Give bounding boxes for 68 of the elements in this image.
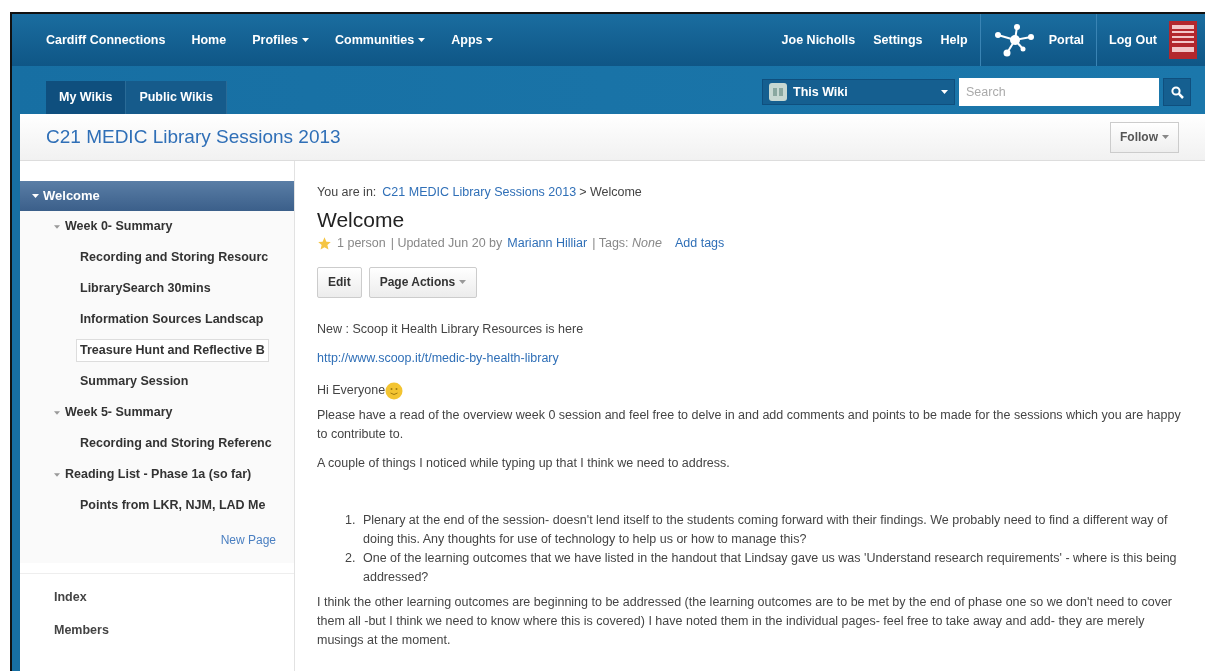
caret-icon	[302, 38, 310, 42]
breadcrumb-label: You are in:	[317, 184, 377, 201]
nav-link[interactable]: Apps	[451, 30, 494, 50]
tree-item[interactable]: Week 0- Summary	[50, 215, 177, 238]
caret-icon	[418, 38, 426, 42]
search-field[interactable]: Search	[959, 78, 1159, 106]
nav-link[interactable]: Joe Nicholls	[781, 30, 856, 50]
wiki-tab[interactable]: My Wikis	[46, 81, 127, 114]
tree-item[interactable]: Welcome	[20, 181, 294, 211]
nav-link[interactable]: Help	[940, 30, 968, 50]
scope-dropdown[interactable]: This Wiki	[762, 79, 955, 105]
list-item-text: One of the learning outcomes that we have listed in the handout that Lindsay gave us was 'Understand research requirements' - where is this being addressed?	[363, 550, 1178, 586]
tree-item[interactable]: Week 5- Summary	[50, 401, 177, 424]
tree-item[interactable]: Recording and Storing Resourc	[76, 246, 273, 269]
nav-link[interactable]: Communities	[335, 30, 426, 50]
body-paragraph: A couple of things I noticed while typing up that I think we need to address.	[317, 455, 731, 472]
search-button[interactable]	[1163, 78, 1191, 106]
author-link[interactable]: Mariann Hilliar	[507, 233, 588, 253]
list-item-text: Plenary at the end of the session- doesn't lend itself to the students coming forward with their findings. We probably need to find a different way of doing this. Any thoughts for use of technology to help us or how to manage this?	[363, 512, 1169, 548]
sidebar-link[interactable]: Members	[54, 620, 294, 640]
tree-item[interactable]: Reading List - Phase 1a (so far)	[50, 463, 256, 486]
page-button[interactable]: Page Actions	[368, 266, 478, 298]
search-icon	[1170, 85, 1184, 99]
network-icon	[992, 23, 1037, 57]
caret-icon	[54, 224, 60, 229]
body-paragraph: New : Scoop it Health Library Resources is here	[317, 320, 585, 338]
sidebar-link[interactable]: Index	[54, 588, 294, 607]
wiki-title[interactable]: C21 MEDIC Library Sessions 2013	[46, 122, 341, 152]
page-title: Welcome	[317, 206, 406, 233]
page-button[interactable]: Edit	[317, 266, 362, 298]
wiki-tab[interactable]: Public Wikis	[126, 81, 227, 114]
caret-icon	[459, 280, 467, 284]
list-number: 1.	[345, 512, 357, 529]
nav-link[interactable]: Home	[191, 30, 227, 50]
greeting-text: Hi Everyone	[317, 382, 386, 400]
nav-link[interactable]: Profiles	[252, 30, 310, 50]
caret-icon	[1162, 135, 1169, 139]
caret-icon	[941, 90, 948, 94]
tree-item[interactable]: Information Sources Landscap	[76, 308, 268, 331]
portal-link[interactable]: Portal	[1048, 30, 1085, 50]
tags-text: | Tags: None	[592, 234, 662, 252]
likes-count: 1 person	[337, 234, 386, 252]
new-page-link[interactable]: New Page	[220, 531, 276, 549]
body-paragraph: I think the other learning outcomes are beginning to be addressed (the learning outcomes are to be met by the end of phase one so we don't need to cover them all -but I think we need to know where this is covered) I have noted them in the individual pages- feel free to take away and add- they are merely musings at the moment.	[317, 594, 1174, 649]
smiley-icon	[385, 381, 404, 400]
caret-icon	[54, 472, 60, 477]
nav-link[interactable]: Cardiff Connections	[46, 30, 166, 50]
add-tags-link[interactable]: Add tags	[674, 233, 725, 253]
caret-icon	[486, 38, 494, 42]
caret-icon	[54, 410, 60, 415]
crest-icon	[1169, 21, 1197, 59]
tree-item[interactable]: Treasure Hunt and Reflective B	[76, 339, 269, 362]
updated-text: | Updated Jun 20 by	[390, 234, 503, 252]
tree-item[interactable]: Summary Session	[76, 370, 193, 393]
nav-link[interactable]: Settings	[873, 30, 923, 50]
logout-link[interactable]: Log Out	[1109, 30, 1157, 50]
follow-button[interactable]: Follow	[1110, 121, 1179, 153]
tree-item[interactable]: LibrarySearch 30mins	[76, 277, 215, 300]
tree-item[interactable]: Points from LKR, NJM, LAD Me	[76, 494, 270, 517]
body-paragraph: Please have a read of the overview week 0 session and feel free to delve in and add comments and points to be made for the sessions which you are happy to contribute to.	[317, 407, 1182, 443]
list-number: 2.	[345, 550, 357, 567]
tree-item[interactable]: Recording and Storing Referenc	[76, 432, 276, 455]
scoop-link[interactable]: http://www.scoop.it/t/medic-by-health-library	[317, 348, 559, 368]
breadcrumb-link[interactable]: C21 MEDIC Library Sessions 2013	[382, 183, 577, 202]
breadcrumb-current: > Welcome	[579, 184, 642, 201]
star-icon[interactable]	[317, 235, 332, 251]
caret-icon	[32, 194, 39, 198]
wiki-icon	[769, 83, 787, 101]
